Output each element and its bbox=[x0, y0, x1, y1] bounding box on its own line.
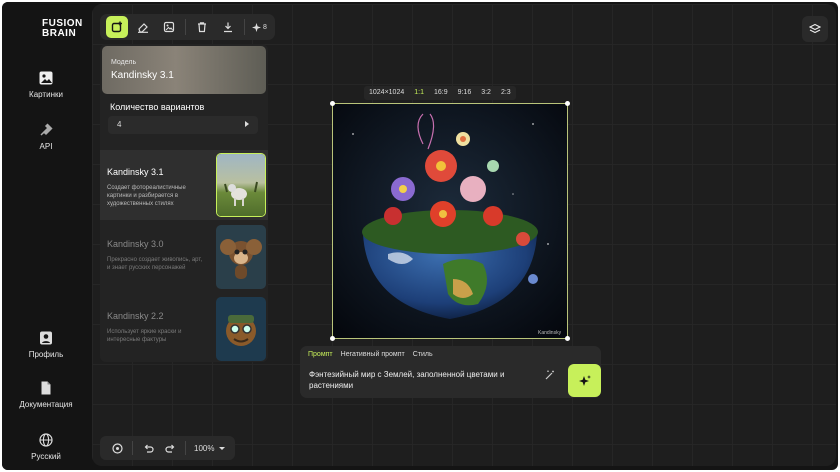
sidebar-item-api[interactable]: API bbox=[2, 122, 90, 151]
ratio-1-1[interactable]: 1:1 bbox=[409, 86, 429, 100]
download-button[interactable] bbox=[217, 16, 239, 38]
model-label: Модель bbox=[111, 59, 137, 66]
sidebar-item-label: Картинки bbox=[29, 90, 63, 99]
redo-icon bbox=[164, 444, 174, 453]
undo-icon bbox=[144, 444, 154, 453]
prompt-input[interactable]: Фэнтезийный мир с Землей, заполненной цв… bbox=[309, 369, 534, 391]
model-thumbnail bbox=[216, 297, 266, 361]
tab-style[interactable]: Стиль bbox=[409, 351, 437, 358]
logo[interactable]: FUSION BRAIN bbox=[42, 19, 83, 39]
magic-wand-icon[interactable] bbox=[545, 370, 555, 380]
model-selector[interactable]: Модель Kandinsky 3.1 bbox=[102, 46, 266, 94]
sidebar: FUSION BRAIN Картинки API Профиль Докуме… bbox=[2, 2, 90, 470]
toolbar-divider bbox=[185, 19, 186, 35]
bottom-divider bbox=[185, 441, 186, 455]
ratio-16-9[interactable]: 16:9 bbox=[429, 86, 453, 100]
model-thumbnail bbox=[216, 225, 266, 289]
generate-button[interactable] bbox=[568, 364, 601, 397]
sparkle-icon bbox=[252, 22, 261, 32]
frame-add-button[interactable] bbox=[106, 16, 128, 38]
zoom-select[interactable]: 100% bbox=[190, 444, 229, 453]
undo-button[interactable] bbox=[139, 439, 157, 457]
tab-negative-prompt[interactable]: Негативный промпт bbox=[337, 351, 409, 358]
ratio-9-16[interactable]: 9:16 bbox=[453, 86, 477, 100]
tab-prompt[interactable]: Промпт bbox=[304, 351, 337, 358]
sidebar-item-images[interactable]: Картинки bbox=[2, 70, 90, 99]
delete-button[interactable] bbox=[191, 16, 213, 38]
sidebar-item-profile[interactable]: Профиль bbox=[2, 330, 90, 359]
resize-handle-tl[interactable] bbox=[330, 101, 335, 106]
toolbar-divider bbox=[244, 19, 245, 35]
sidebar-item-label: API bbox=[39, 142, 53, 151]
model-option-name: Kandinsky 3.0 bbox=[107, 239, 164, 249]
model-value: Kandinsky 3.1 bbox=[111, 70, 174, 81]
settings-panel: Модель Kandinsky 3.1 Количество варианто… bbox=[100, 44, 268, 362]
generated-image: Kandinsky bbox=[333, 104, 567, 338]
sidebar-item-language[interactable]: Русский bbox=[2, 432, 90, 461]
image-edit-button[interactable] bbox=[158, 16, 180, 38]
prompt-panel: Промпт Негативный промпт Стиль Фэнтезийн… bbox=[300, 346, 601, 398]
chevron-right-icon bbox=[245, 121, 249, 127]
image-watermark: Kandinsky bbox=[538, 330, 562, 336]
credits-counter[interactable]: 8 bbox=[248, 22, 271, 32]
model-option-kandinsky-3-1[interactable]: Kandinsky 3.1 Создает фотореалистичные к… bbox=[100, 150, 268, 220]
help-button[interactable] bbox=[108, 439, 126, 457]
plug-icon bbox=[40, 123, 53, 136]
resize-handle-br[interactable] bbox=[565, 336, 570, 341]
model-option-name: Kandinsky 2.2 bbox=[107, 311, 164, 321]
trash-icon bbox=[198, 22, 206, 33]
model-option-name: Kandinsky 3.1 bbox=[107, 167, 164, 177]
profile-icon bbox=[40, 331, 52, 345]
chevron-down-icon bbox=[219, 446, 226, 450]
globe-icon bbox=[39, 433, 53, 447]
document-icon bbox=[41, 381, 51, 395]
canvas-area[interactable]: 8 Модель Kandinsky 3.1 Количество вариан… bbox=[92, 4, 836, 466]
ratio-3-2[interactable]: 3:2 bbox=[476, 86, 496, 100]
logo-line2: BRAIN bbox=[42, 28, 77, 39]
sidebar-item-docs[interactable]: Документация bbox=[2, 380, 90, 409]
zoom-level: 100% bbox=[194, 443, 215, 453]
image-icon bbox=[39, 71, 53, 85]
variants-label: Количество вариантов bbox=[110, 102, 205, 112]
generated-image-frame[interactable]: Kandinsky bbox=[330, 101, 570, 341]
model-thumbnail bbox=[216, 153, 266, 217]
variants-value: 4 bbox=[117, 120, 122, 129]
image-edit-icon bbox=[163, 21, 175, 33]
download-icon bbox=[224, 22, 232, 33]
sidebar-item-label: Русский bbox=[31, 452, 61, 461]
prompt-tabs: Промпт Негативный промпт Стиль bbox=[304, 351, 437, 358]
credits-count: 8 bbox=[263, 23, 267, 31]
redo-button[interactable] bbox=[161, 439, 179, 457]
model-option-kandinsky-3-0[interactable]: Kandinsky 3.0 Прекрасно создает живопись… bbox=[100, 222, 268, 292]
model-option-desc: Прекрасно создает живопись, арт, и знает… bbox=[107, 257, 203, 271]
bottom-divider bbox=[132, 441, 133, 455]
frame-add-icon bbox=[111, 21, 122, 33]
eraser-icon bbox=[138, 23, 148, 33]
model-option-desc: Создает фотореалистичные картинки и разб… bbox=[107, 185, 186, 207]
ratio-2-3[interactable]: 2:3 bbox=[496, 86, 516, 100]
eraser-button[interactable] bbox=[132, 16, 154, 38]
layers-icon bbox=[809, 23, 821, 34]
resolution-label: 1024×1024 bbox=[369, 89, 405, 96]
sidebar-item-label: Профиль bbox=[28, 350, 64, 359]
layers-button[interactable] bbox=[802, 16, 828, 42]
resize-handle-tr[interactable] bbox=[565, 101, 570, 106]
toolbar: 8 bbox=[100, 14, 275, 40]
model-option-desc: Использует яркие краски и интересные фак… bbox=[107, 329, 182, 343]
model-option-kandinsky-2-2[interactable]: Kandinsky 2.2 Использует яркие краски и … bbox=[100, 294, 268, 362]
app-window: FUSION BRAIN Картинки API Профиль Докуме… bbox=[2, 2, 838, 470]
bottom-bar: 100% bbox=[100, 436, 236, 460]
resize-handle-bl[interactable] bbox=[330, 336, 335, 341]
sparkle-icon bbox=[578, 374, 591, 386]
help-icon bbox=[111, 442, 123, 454]
sidebar-item-label: Документация bbox=[19, 400, 73, 409]
variants-select[interactable]: 4 bbox=[108, 116, 258, 134]
aspect-ratio-bar: 1024×1024 1:1 16:9 9:16 3:2 2:3 bbox=[364, 86, 516, 100]
